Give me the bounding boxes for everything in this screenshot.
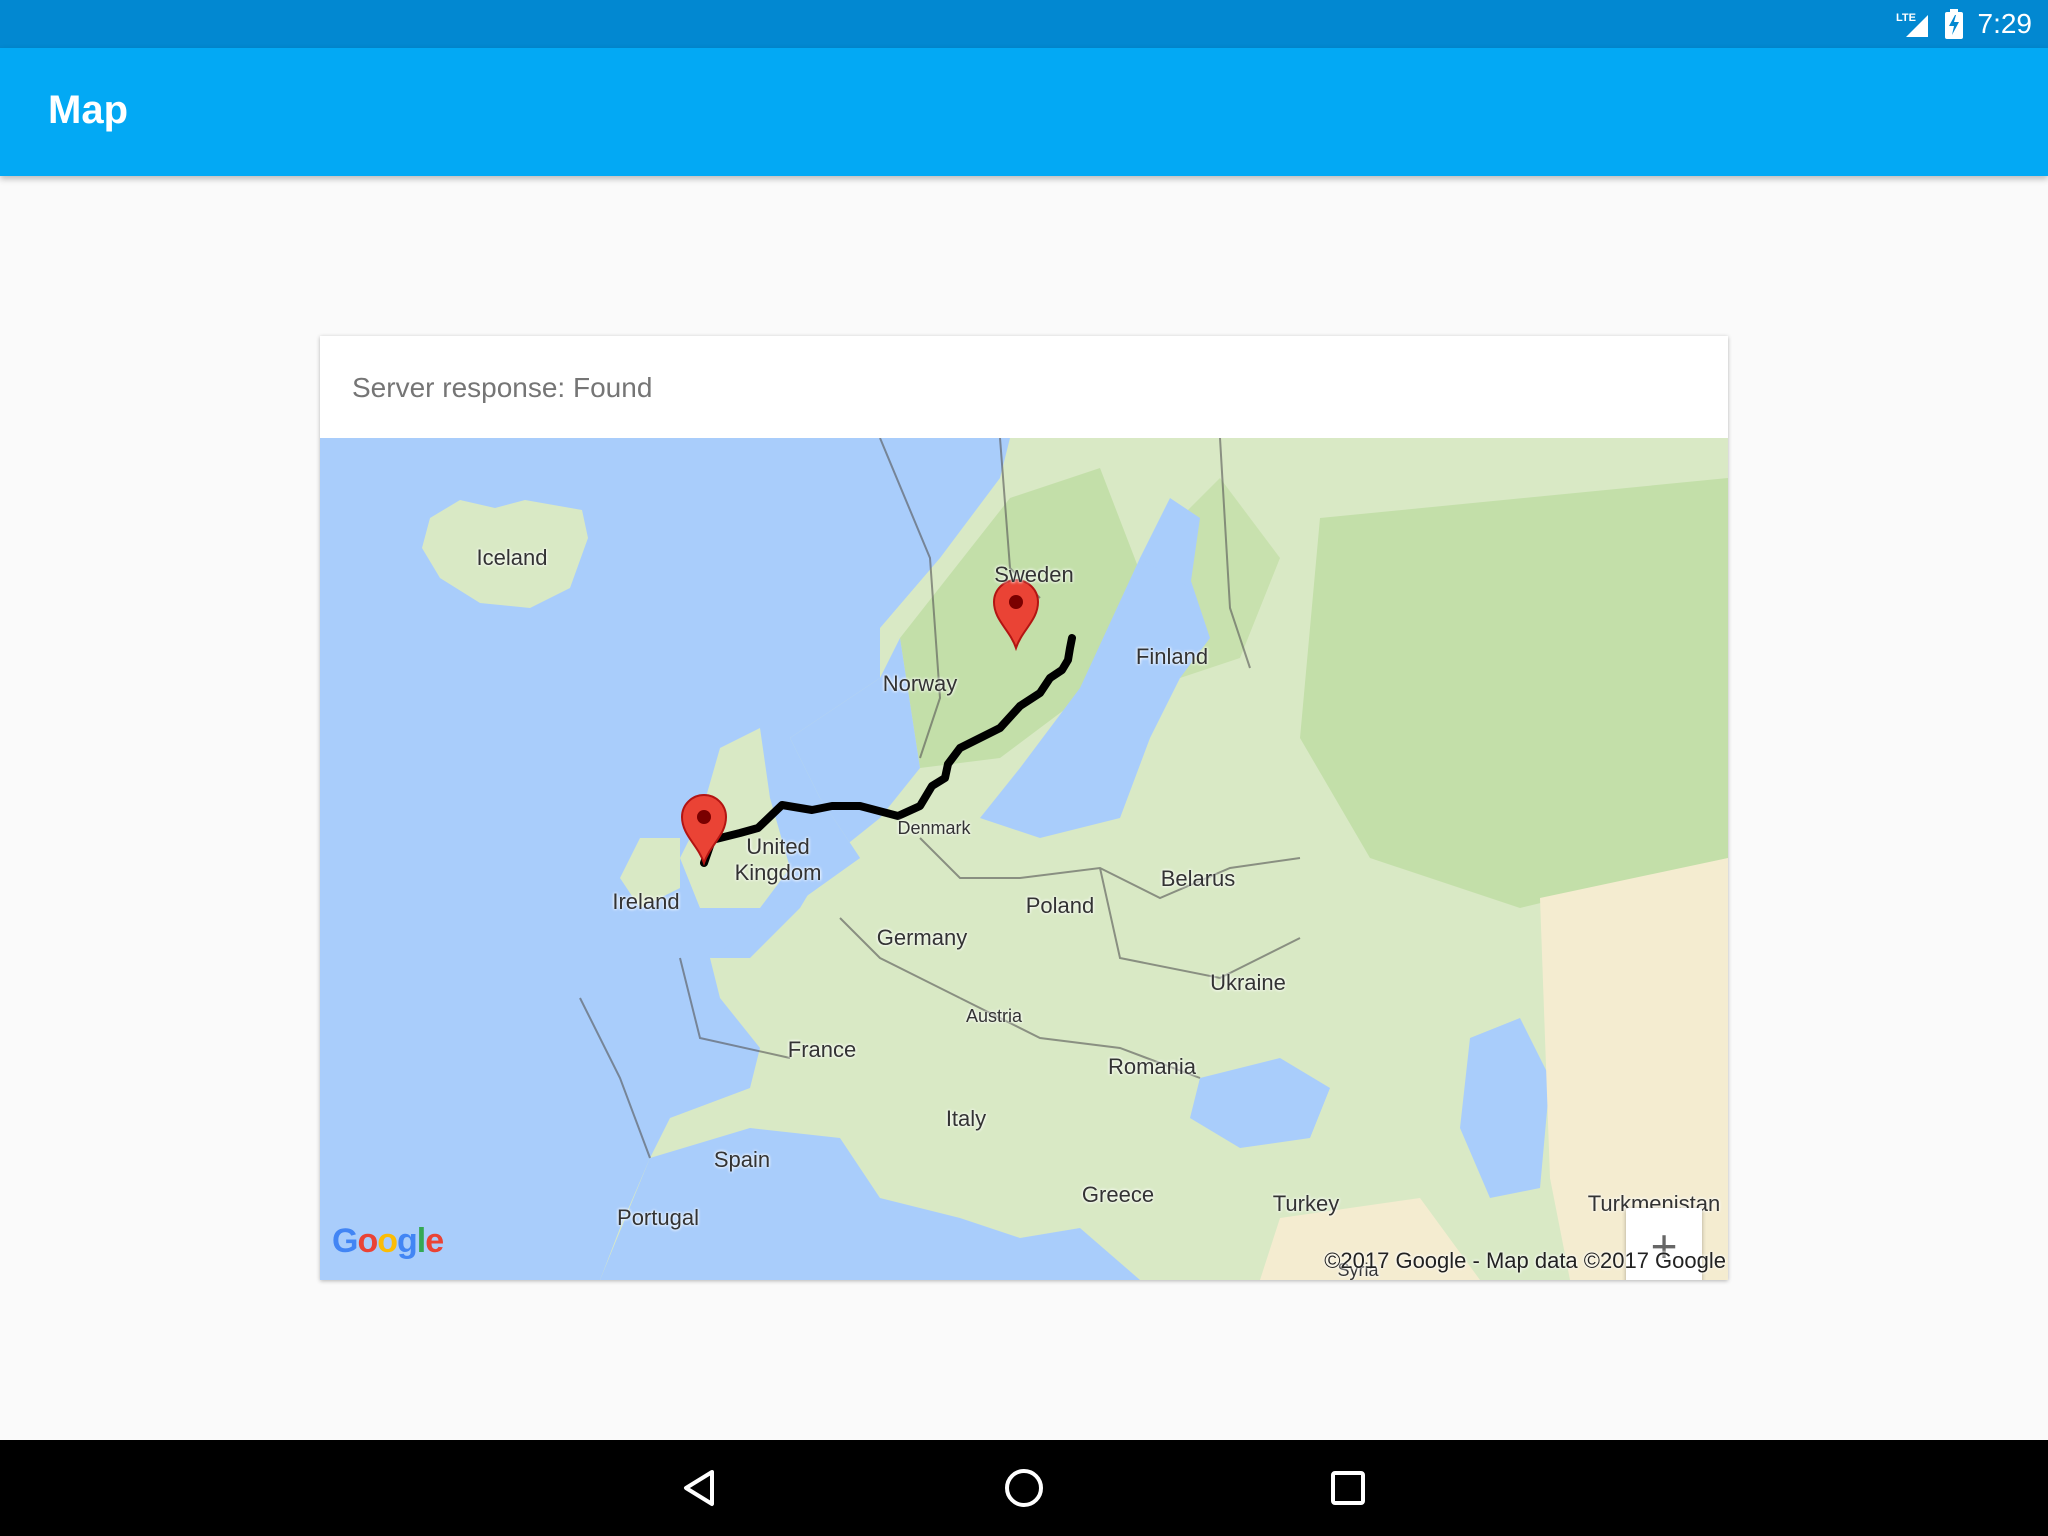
recents-icon: [1331, 1471, 1365, 1505]
google-logo: Google: [332, 1222, 444, 1260]
map-label-ukraine: Ukraine: [1210, 970, 1286, 995]
forest-russia: [1300, 478, 1728, 908]
map-label-poland: Poland: [1025, 893, 1095, 918]
map-label-austria: Austria: [965, 1006, 1023, 1026]
back-icon: [684, 1470, 714, 1506]
map-label-sweden: Sweden: [994, 562, 1074, 587]
map-copyright[interactable]: ©2017 Google - Map data ©2017 Google: [1322, 1246, 1728, 1276]
map-label-romania: Romania: [1107, 1054, 1197, 1079]
map-label-iceland: Iceland: [476, 545, 548, 570]
map-label-denmark: Denmark: [897, 818, 971, 838]
status-bar: LTE 7:29: [0, 0, 2048, 48]
server-response-text: Server response: Found: [352, 372, 653, 403]
status-icons: LTE 7:29: [1896, 0, 2033, 48]
map-label-turkey: Turkey: [1272, 1191, 1340, 1216]
battery-charging-icon: [1944, 9, 1963, 39]
map-label-norway: Norway: [882, 671, 958, 696]
map-label-greece: Greece: [1081, 1182, 1155, 1207]
app-bar: Map: [0, 48, 2048, 176]
navigation-bar: [0, 1440, 2048, 1536]
map-label-france: France: [787, 1037, 857, 1062]
status-time: 7:29: [1977, 8, 2033, 39]
recents-button[interactable]: [1320, 1460, 1376, 1516]
card-header: Server response: Found: [320, 336, 1728, 438]
app-title: Map: [48, 88, 128, 132]
home-icon: [1005, 1469, 1043, 1507]
map-label-spain: Spain: [713, 1147, 771, 1172]
map-view[interactable]: Iceland Sweden Finland Norway Denmark Un…: [320, 438, 1728, 1280]
back-button[interactable]: [672, 1460, 728, 1516]
map-label-italy: Italy: [945, 1106, 987, 1131]
map-label-belarus: Belarus: [1160, 866, 1236, 891]
home-button[interactable]: [996, 1460, 1052, 1516]
lte-signal-icon: LTE: [1896, 12, 1928, 37]
map-label-finland: Finland: [1135, 644, 1209, 669]
map-label-germany: Germany: [876, 925, 968, 950]
svg-text:LTE: LTE: [1896, 12, 1916, 24]
map-label-united-kingdom: United Kingdom: [734, 834, 822, 885]
map-label-portugal: Portugal: [617, 1205, 699, 1230]
map-card: Server response: Found Iceland Sweden Fi…: [320, 336, 1728, 1280]
map-label-ireland: Ireland: [612, 889, 680, 914]
